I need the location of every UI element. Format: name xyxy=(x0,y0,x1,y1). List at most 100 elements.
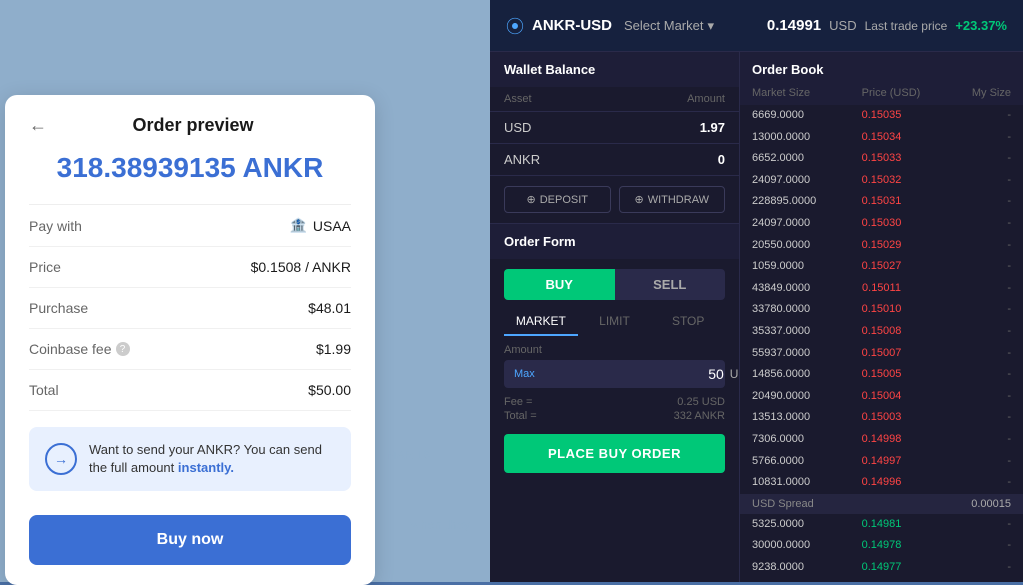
bank-icon: 🏦 xyxy=(289,217,306,234)
order-book-ask-row[interactable]: 35337.0000 0.15008 - xyxy=(740,321,1023,343)
total-value: $50.00 xyxy=(308,382,351,398)
max-button[interactable]: Max xyxy=(514,368,535,380)
order-book-ask-row[interactable]: 24097.0000 0.15030 - xyxy=(740,213,1023,235)
ob-bid-size: 30000.0000 xyxy=(752,537,838,555)
withdraw-button[interactable]: ⊕ WITHDRAW xyxy=(619,186,726,213)
ob-ask-size: 24097.0000 xyxy=(752,215,838,233)
select-market-button[interactable]: Select Market ▾ xyxy=(624,18,714,34)
ob-ask-price: 0.15031 xyxy=(838,193,924,211)
ob-ask-size: 13000.0000 xyxy=(752,129,838,147)
price-change: +23.37% xyxy=(955,18,1007,33)
order-book-ask-row[interactable]: 1059.0000 0.15027 - xyxy=(740,256,1023,278)
ob-ask-my-size: - xyxy=(925,280,1011,298)
current-price: 0.14991 xyxy=(767,17,821,34)
order-book-bid-row[interactable]: 9238.0000 0.14977 - xyxy=(740,557,1023,579)
order-book-ask-row[interactable]: 7306.0000 0.14998 - xyxy=(740,429,1023,451)
ob-ask-price: 0.15029 xyxy=(838,237,924,255)
ob-bid-size: 9238.0000 xyxy=(752,559,838,577)
order-book-ask-row[interactable]: 24097.0000 0.15032 - xyxy=(740,170,1023,192)
price-label: Price xyxy=(29,259,61,275)
order-book-ask-row[interactable]: 20550.0000 0.15029 - xyxy=(740,235,1023,257)
fee-label: Coinbase fee ? xyxy=(29,341,130,357)
total-row: Total = 332 ANKR xyxy=(504,410,725,422)
chevron-down-icon: ▾ xyxy=(707,18,714,34)
order-book-ask-row[interactable]: 20490.0000 0.15004 - xyxy=(740,386,1023,408)
buy-tab[interactable]: BUY xyxy=(504,269,615,300)
ob-ask-my-size: - xyxy=(925,215,1011,233)
sell-tab[interactable]: SELL xyxy=(615,269,726,300)
detail-row-price: Price $0.1508 / ANKR xyxy=(29,247,351,288)
order-book-column-headers: Market Size Price (USD) My Size xyxy=(740,77,1023,105)
ob-ask-size: 10831.0000 xyxy=(752,474,838,492)
ob-col-price: Price (USD) xyxy=(862,87,921,99)
order-preview-modal: ← Order preview 318.38939135 ANKR Pay wi… xyxy=(5,95,375,585)
ob-ask-size: 1059.0000 xyxy=(752,258,838,276)
ob-ask-size: 6652.0000 xyxy=(752,150,838,168)
buy-sell-tabs: BUY SELL xyxy=(504,269,725,300)
ob-ask-my-size: - xyxy=(925,453,1011,471)
back-button[interactable]: ← xyxy=(29,115,47,136)
deposit-button[interactable]: ⊕ DEPOSIT xyxy=(504,186,611,213)
ob-ask-price: 0.15030 xyxy=(838,215,924,233)
order-form-title: Order Form xyxy=(490,224,739,259)
ob-ask-size: 55937.0000 xyxy=(752,345,838,363)
detail-row-fee: Coinbase fee ? $1.99 xyxy=(29,329,351,370)
ob-bid-price: 0.14981 xyxy=(838,516,924,534)
detail-row-total: Total $50.00 xyxy=(29,370,351,411)
ob-ask-price: 0.15033 xyxy=(838,150,924,168)
wallet-amount-usd: 1.97 xyxy=(700,120,725,135)
market-tab[interactable]: MARKET xyxy=(504,308,578,336)
order-book-ask-row[interactable]: 5766.0000 0.14997 - xyxy=(740,451,1023,473)
ob-ask-my-size: - xyxy=(925,172,1011,190)
order-book-bid-row[interactable]: 30000.0000 0.14978 - xyxy=(740,535,1023,557)
total-value: 332 ANKR xyxy=(674,410,725,422)
ob-bid-price: 0.14978 xyxy=(838,537,924,555)
total-label: Total xyxy=(29,382,59,398)
ob-ask-my-size: - xyxy=(925,474,1011,492)
stop-tab[interactable]: STOP xyxy=(651,308,725,336)
help-icon[interactable]: ? xyxy=(116,342,130,356)
order-book-ask-row[interactable]: 13513.0000 0.15003 - xyxy=(740,407,1023,429)
ob-ask-size: 13513.0000 xyxy=(752,409,838,427)
price-value: $0.1508 / ANKR xyxy=(251,259,351,275)
ob-ask-price: 0.15007 xyxy=(838,345,924,363)
ob-ask-size: 43849.0000 xyxy=(752,280,838,298)
ob-ask-size: 6669.0000 xyxy=(752,107,838,125)
wallet-row-usd: USD 1.97 xyxy=(490,112,739,144)
ob-ask-size: 5766.0000 xyxy=(752,453,838,471)
ob-ask-my-size: - xyxy=(925,193,1011,211)
amount-currency: USD xyxy=(730,367,739,381)
order-book-ask-row[interactable]: 43849.0000 0.15011 - xyxy=(740,278,1023,300)
order-book-ask-row[interactable]: 228895.0000 0.15031 - xyxy=(740,191,1023,213)
ob-ask-size: 20550.0000 xyxy=(752,237,838,255)
withdraw-icon: ⊕ xyxy=(634,193,643,206)
ob-ask-my-size: - xyxy=(925,323,1011,341)
ob-ask-price: 0.15027 xyxy=(838,258,924,276)
order-book-ask-row[interactable]: 6669.0000 0.15035 - xyxy=(740,105,1023,127)
order-book-ask-row[interactable]: 14856.0000 0.15005 - xyxy=(740,364,1023,386)
instantly-link[interactable]: instantly. xyxy=(178,460,234,475)
ob-ask-my-size: - xyxy=(925,409,1011,427)
place-order-button[interactable]: PLACE BUY ORDER xyxy=(504,434,725,473)
order-book-ask-row[interactable]: 10831.0000 0.14996 - xyxy=(740,472,1023,494)
modal-title: Order preview xyxy=(59,115,327,136)
wallet-column-headers: Asset Amount xyxy=(490,87,739,112)
right-panel: ⦿ ANKR-USD Select Market ▾ 0.14991 USD L… xyxy=(490,0,1023,582)
limit-tab[interactable]: LIMIT xyxy=(578,308,652,336)
ob-ask-size: 33780.0000 xyxy=(752,301,838,319)
ob-ask-price: 0.15035 xyxy=(838,107,924,125)
total-label: Total = xyxy=(504,410,537,422)
ob-ask-size: 35337.0000 xyxy=(752,323,838,341)
order-book-bid-row[interactable]: 6678.0000 0.14975 - xyxy=(740,578,1023,582)
order-book-bid-row[interactable]: 5325.0000 0.14981 - xyxy=(740,514,1023,536)
order-book-ask-row[interactable]: 33780.0000 0.15010 - xyxy=(740,299,1023,321)
order-book-ask-row[interactable]: 13000.0000 0.15034 - xyxy=(740,127,1023,149)
ob-ask-price: 0.15005 xyxy=(838,366,924,384)
ob-ask-price: 0.15034 xyxy=(838,129,924,147)
order-book-ask-row[interactable]: 6652.0000 0.15033 - xyxy=(740,148,1023,170)
wallet-amount-ankr: 0 xyxy=(718,152,725,167)
order-book-ask-row[interactable]: 55937.0000 0.15007 - xyxy=(740,343,1023,365)
amount-input[interactable] xyxy=(543,366,724,382)
buy-now-button[interactable]: Buy now xyxy=(29,515,351,565)
spread-value: 0.00015 xyxy=(971,498,1011,510)
